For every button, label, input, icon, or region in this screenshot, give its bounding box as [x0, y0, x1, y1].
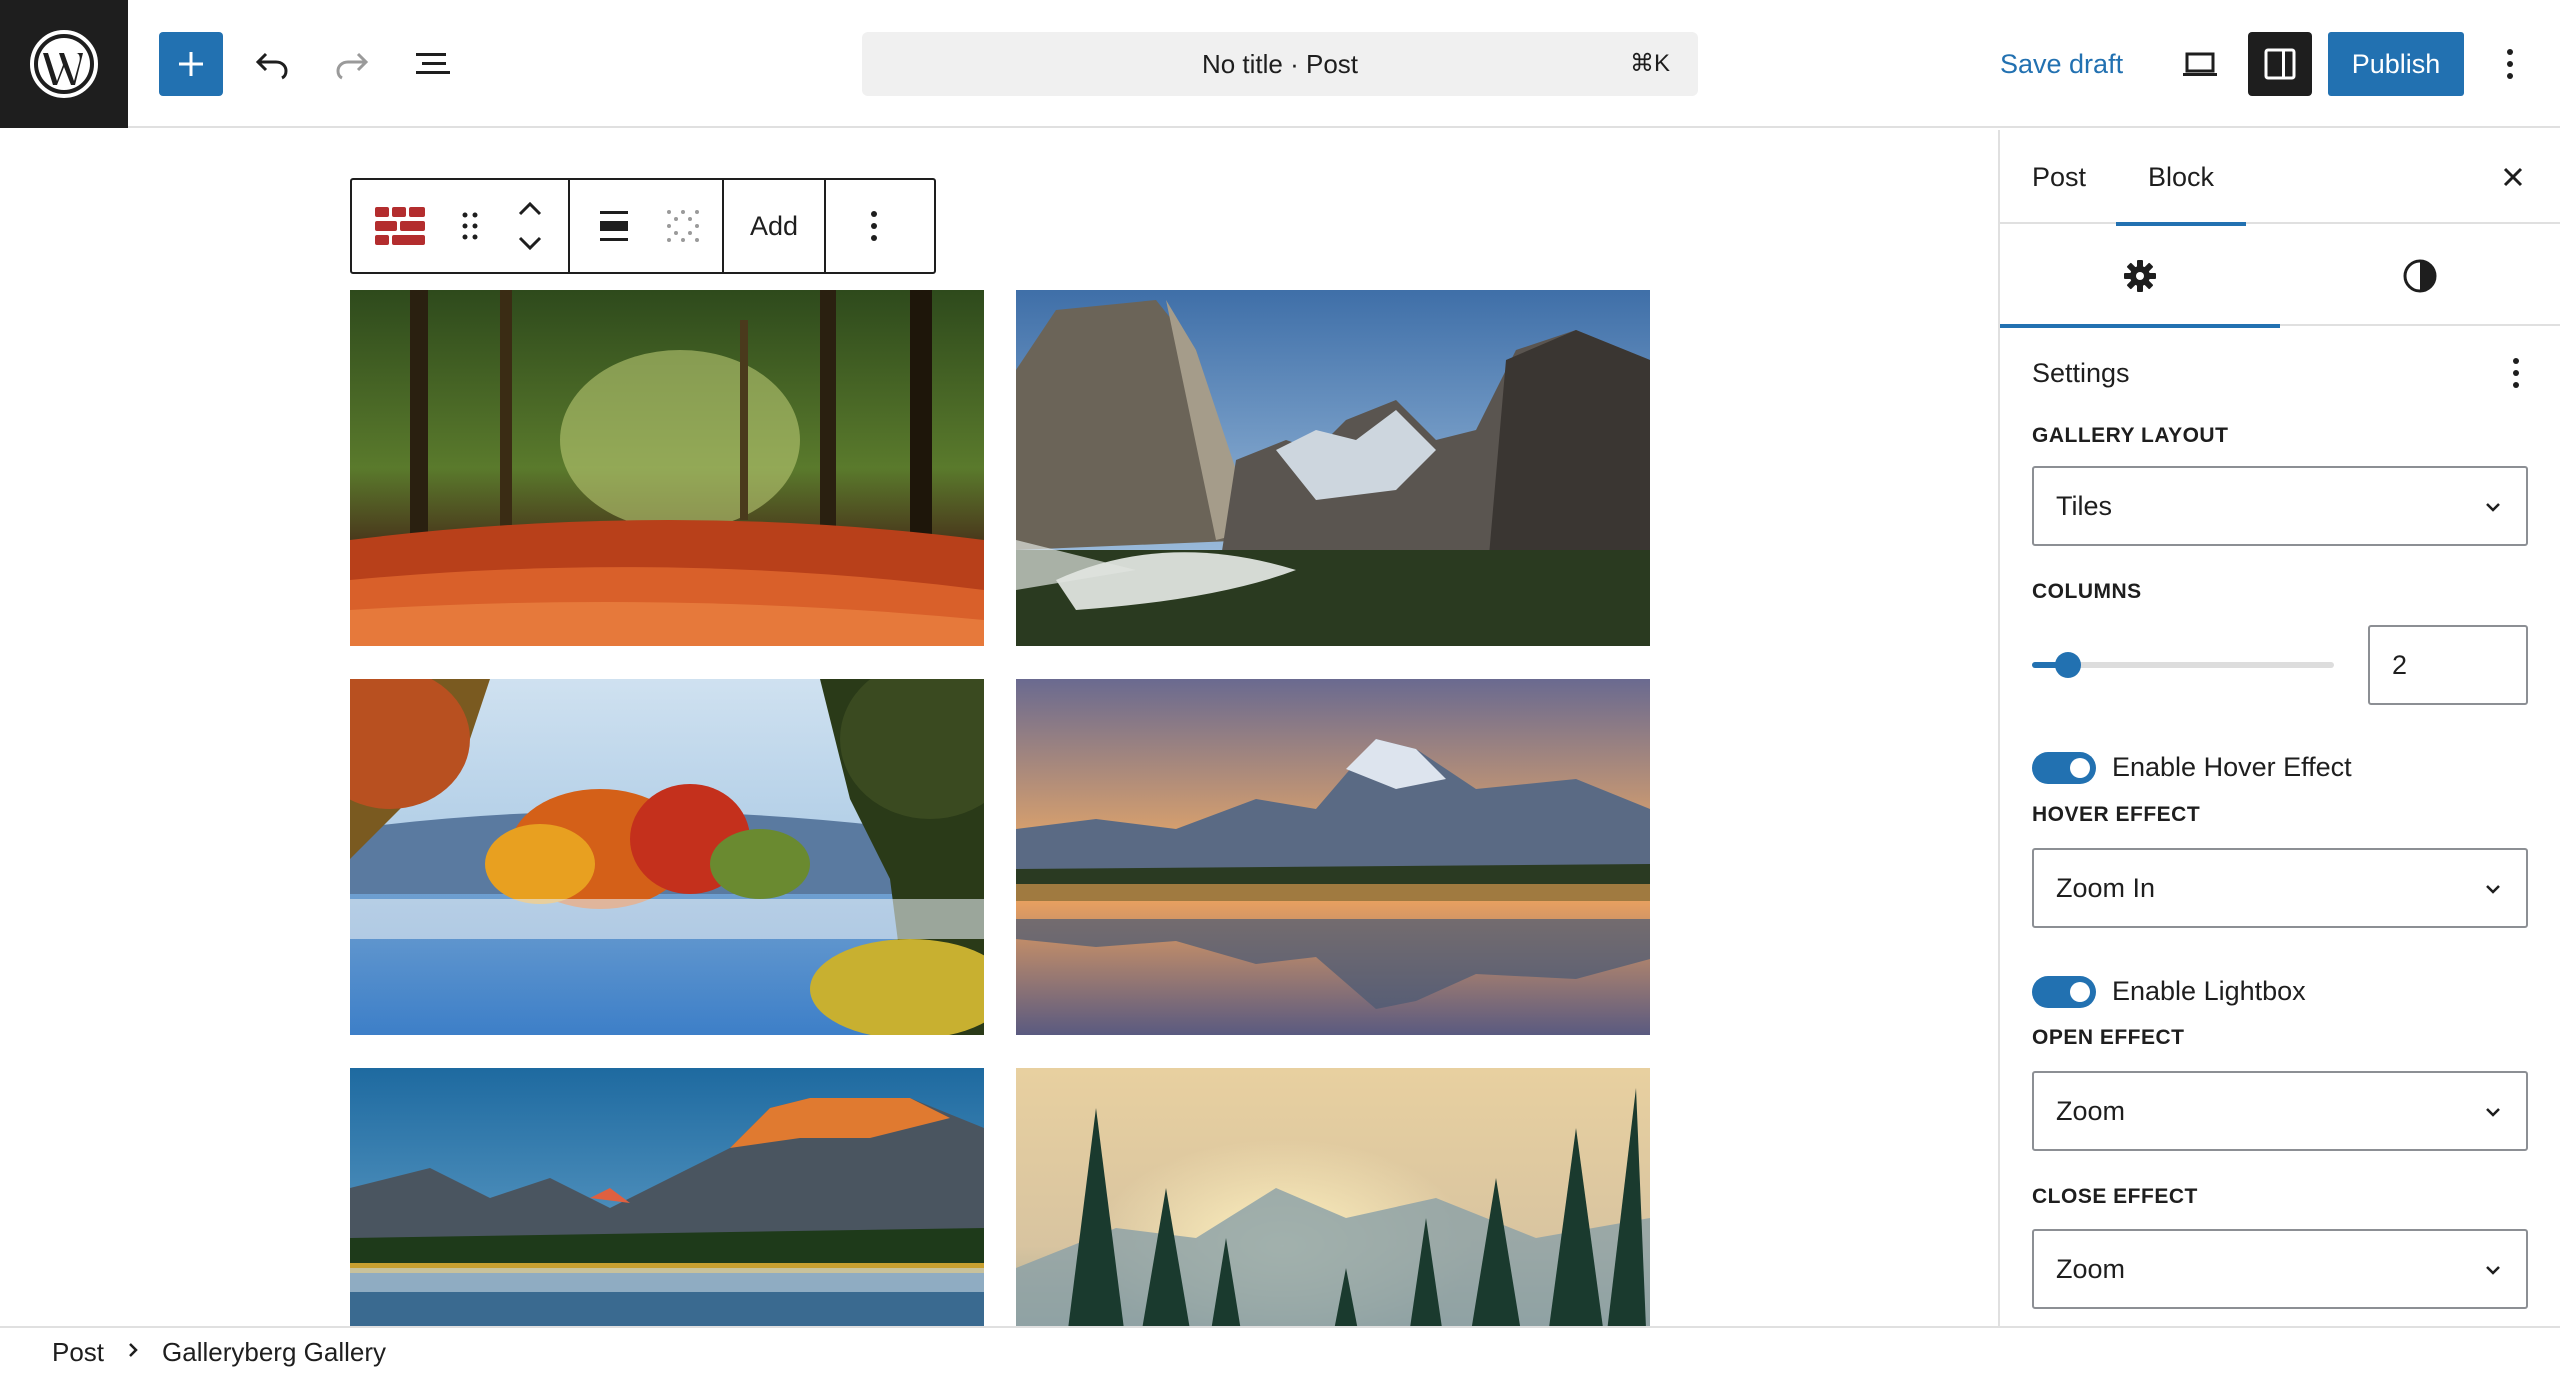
settings-toggle-button[interactable] [2248, 32, 2312, 96]
columns-value: 2 [2392, 649, 2408, 680]
block-switcher-group [352, 180, 570, 272]
lightbox-toggle-label: Enable Lightbox [2112, 976, 2306, 1006]
command-shortcut: ⌘K [1629, 50, 1670, 77]
autumn-forest-path-image [350, 290, 984, 646]
tab-styles[interactable] [2280, 226, 2560, 326]
publish-button[interactable]: Publish [2328, 32, 2464, 96]
drag-handle[interactable] [448, 180, 492, 272]
redo-button[interactable] [320, 32, 384, 96]
mountain-reflection-sunset-image [1016, 679, 1650, 1035]
sidebar-tabs: Post Block [2000, 130, 2560, 226]
vertical-ellipsis-icon [871, 211, 878, 241]
chevron-up-icon[interactable] [516, 199, 544, 219]
alpine-lake-mountains-image [350, 1068, 984, 1326]
gear-icon [2124, 260, 2156, 292]
breadcrumb: Post Galleryberg Gallery [0, 1326, 2560, 1376]
drag-handle-icon [462, 212, 478, 240]
hover-effect-label: Hover Effect [2032, 803, 2201, 826]
gallery-layout-value: Tiles [2056, 490, 2113, 521]
columns-slider-thumb[interactable] [2055, 652, 2081, 678]
alignment-group [570, 180, 724, 272]
vertical-ellipsis-icon [2513, 358, 2519, 388]
block-toolbar: Add [350, 178, 936, 274]
close-sidebar-button[interactable] [2490, 154, 2536, 200]
open-effect-select[interactable]: Zoom [2032, 1071, 2528, 1151]
columns-label: Columns [2032, 580, 2142, 603]
more-options-group [826, 180, 922, 272]
wordpress-logo-button[interactable] [0, 0, 128, 128]
panel-options-button[interactable] [2496, 348, 2536, 398]
gallery-layout-label: Gallery Layout [2032, 424, 2229, 447]
chevron-down-icon [2486, 503, 2500, 512]
gallery-image-pine-forest[interactable] [1016, 1068, 1650, 1326]
columns-number-input[interactable]: 2 [2368, 625, 2528, 705]
gallery-block-icon [375, 207, 425, 245]
align-button[interactable] [578, 180, 650, 272]
sidebar-icon [2264, 48, 2296, 80]
hover-effect-select[interactable]: Zoom In [2032, 848, 2528, 928]
block-options-button[interactable] [826, 180, 922, 272]
chevron-down-icon[interactable] [516, 233, 544, 253]
gallery-image-mountain-sunset[interactable] [1016, 679, 1650, 1035]
autumn-lake-image [350, 679, 984, 1035]
wordpress-logo-icon [30, 30, 98, 98]
move-block-control[interactable] [492, 180, 568, 272]
inspector-tabs [2000, 226, 2560, 328]
gallery-image-autumn-forest[interactable] [350, 290, 984, 646]
contrast-icon [2403, 259, 2437, 293]
tab-post[interactable]: Post [2032, 130, 2086, 224]
chevron-down-icon [2486, 1266, 2500, 1275]
close-effect-select[interactable]: Zoom [2032, 1229, 2528, 1309]
toggle-knob [2070, 982, 2090, 1002]
open-effect-value: Zoom [2056, 1095, 2126, 1126]
save-draft-button[interactable]: Save draft [2000, 32, 2123, 96]
chevron-down-icon [2486, 885, 2500, 894]
vertical-ellipsis-icon [2507, 49, 2513, 79]
breadcrumb-post[interactable]: Post [52, 1337, 104, 1368]
tab-block[interactable]: Block [2116, 130, 2247, 226]
toggle-knob [2070, 758, 2090, 778]
gallery-layout-select[interactable]: Tiles [2032, 466, 2528, 546]
lightbox-toggle[interactable] [2032, 976, 2096, 1008]
editor-canvas[interactable]: Add [0, 130, 1998, 1326]
panel-title: Settings [2032, 358, 2130, 388]
chevron-right-icon [126, 1339, 140, 1365]
settings-sidebar: Post Block Settings GALLERY LAYOUT Tiles… [1998, 130, 2560, 1326]
command-palette-bar[interactable]: No title · Post ⌘K [862, 32, 1698, 96]
layout-button[interactable] [650, 180, 716, 272]
block-type-button[interactable] [352, 180, 448, 272]
hover-effect-value: Zoom In [2056, 872, 2156, 903]
yosemite-valley-image [1016, 290, 1650, 646]
open-effect-label: Open Effect [2032, 1026, 2185, 1049]
desktop-view-icon [2183, 52, 2217, 76]
options-menu-button[interactable] [2478, 32, 2542, 96]
dotted-grid-icon [667, 210, 699, 242]
undo-button[interactable] [240, 32, 304, 96]
chevron-down-icon [2486, 1108, 2500, 1117]
columns-slider[interactable] [2032, 652, 2334, 678]
list-view-icon [416, 53, 450, 74]
undo-icon [255, 52, 288, 80]
hover-effect-toggle-label: Enable Hover Effect [2112, 752, 2352, 782]
align-none-icon [600, 211, 628, 241]
add-block-button[interactable] [159, 32, 223, 96]
tab-settings[interactable] [2000, 226, 2280, 328]
gallery-image-yosemite[interactable] [1016, 290, 1650, 646]
breadcrumb-gallery[interactable]: Galleryberg Gallery [162, 1337, 386, 1368]
add-group: Add [724, 180, 827, 272]
hover-effect-toggle[interactable] [2032, 752, 2096, 784]
close-effect-value: Zoom [2056, 1253, 2126, 1284]
close-effect-label: Close Effect [2032, 1185, 2198, 1208]
add-image-button[interactable]: Add [724, 180, 824, 272]
document-title: No title · Post [1201, 48, 1359, 79]
plus-icon [179, 52, 203, 76]
preview-button[interactable] [2168, 32, 2232, 96]
gallery-image-autumn-lake[interactable] [350, 679, 984, 1035]
gallery-image-alpine-lake[interactable] [350, 1068, 984, 1326]
close-icon [2503, 167, 2523, 187]
redo-icon [336, 52, 369, 80]
document-overview-button[interactable] [400, 32, 464, 96]
editor-header: No title · Post ⌘K Save draft Publish [0, 0, 2560, 128]
pine-forest-sunrise-image [1016, 1068, 1650, 1326]
